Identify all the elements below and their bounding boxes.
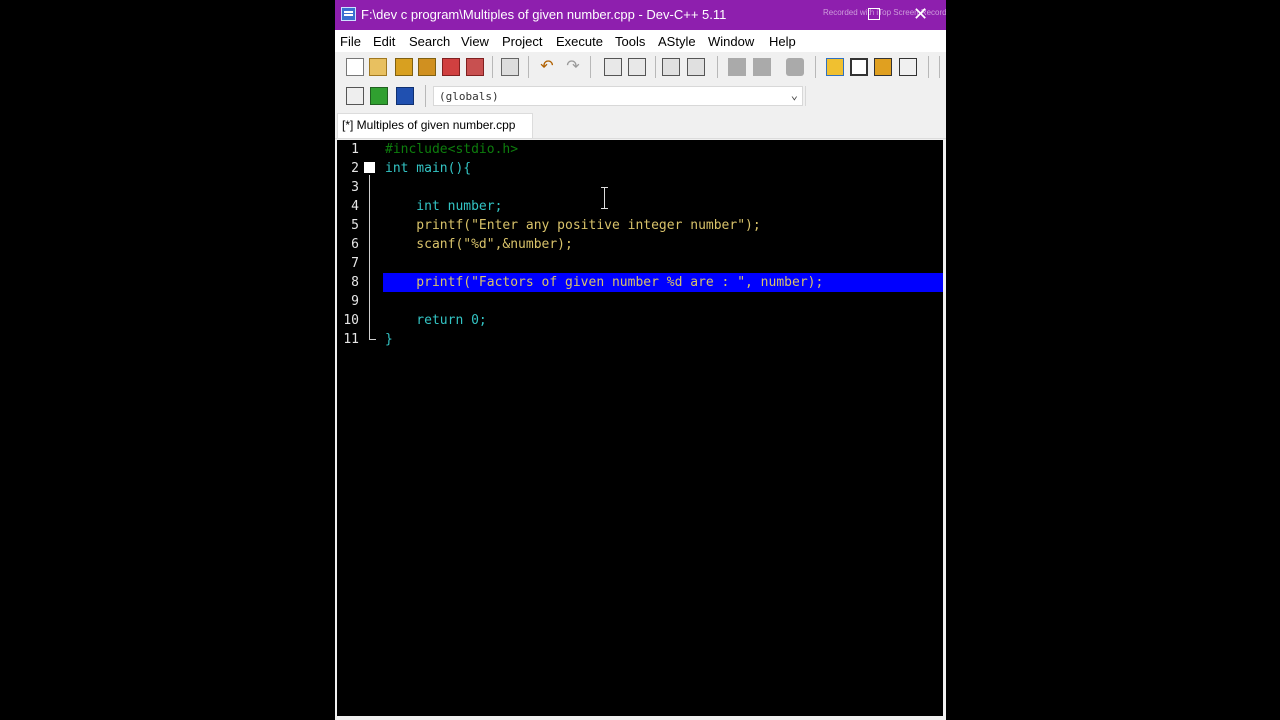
- line-number: 1: [351, 142, 359, 157]
- code-line-selected: 8 printf("Factors of given number %d are…: [337, 273, 943, 292]
- code-line: 6 scanf("%d",&number);: [337, 235, 943, 254]
- code-line: 11 }: [337, 330, 943, 349]
- text-cursor-icon: [600, 187, 610, 209]
- app-icon: [341, 7, 356, 21]
- editor-tab-strip: [*] Multiples of given number.cpp: [335, 110, 946, 139]
- dev-cpp-window: F:\dev c program\Multiples of given numb…: [335, 0, 946, 720]
- code-line: 5 printf("Enter any positive integer num…: [337, 216, 943, 235]
- line-number: 4: [351, 199, 359, 214]
- indent-icon[interactable]: [662, 58, 680, 76]
- line-number: 9: [351, 294, 359, 309]
- main-toolbar: ↶ ↷: [335, 52, 946, 83]
- toolbar-separator: [590, 56, 591, 78]
- line-text: int main(){: [385, 161, 472, 176]
- code-line: 7: [337, 254, 943, 273]
- member-combo[interactable]: [805, 86, 946, 106]
- bookmark-prev-icon[interactable]: [728, 58, 746, 76]
- compile-icon[interactable]: [346, 87, 364, 105]
- window-title: F:\dev c program\Multiples of given numb…: [361, 7, 727, 22]
- line-text: #include<stdio.h>: [385, 142, 519, 157]
- save-icon[interactable]: [395, 58, 413, 76]
- code-line: 1 #include<stdio.h>: [337, 140, 943, 159]
- menu-project[interactable]: Project: [502, 34, 542, 49]
- code-line: 4 int number;: [337, 197, 943, 216]
- compile-run-icon[interactable]: [396, 87, 414, 105]
- code-editor[interactable]: 1 #include<stdio.h> 2 int main(){ 3 4 in…: [337, 140, 943, 716]
- line-text: scanf("%d",&number);: [385, 237, 573, 252]
- line-number: 6: [351, 237, 359, 252]
- code-line: 3: [337, 178, 943, 197]
- toggle-bookmark-icon[interactable]: [786, 58, 804, 76]
- undo-icon[interactable]: ↶: [538, 58, 556, 76]
- code-line: 10 return 0;: [337, 311, 943, 330]
- line-number: 10: [343, 313, 359, 328]
- line-text: printf("Enter any positive integer numbe…: [385, 218, 761, 233]
- toolbar-separator: [815, 56, 816, 78]
- line-text: printf("Factors of given number %d are :…: [385, 275, 824, 290]
- scope-combo-value: (globals): [439, 90, 499, 103]
- menu-window[interactable]: Window: [708, 34, 754, 49]
- toolbar-separator: [717, 56, 718, 78]
- maximize-icon[interactable]: [868, 8, 880, 20]
- close-icon[interactable]: ✕: [913, 4, 928, 24]
- toolbar-separator: [939, 56, 940, 78]
- run-icon[interactable]: [370, 87, 388, 105]
- toolbar-separator: [928, 56, 929, 78]
- line-number: 3: [351, 180, 359, 195]
- close-all-icon[interactable]: [466, 58, 484, 76]
- menu-search[interactable]: Search: [409, 34, 450, 49]
- redo-icon[interactable]: ↷: [564, 58, 582, 76]
- layout-icon[interactable]: [874, 58, 892, 76]
- menu-edit[interactable]: Edit: [373, 34, 395, 49]
- bookmark-next-icon[interactable]: [753, 58, 771, 76]
- toolbar-separator: [492, 56, 493, 78]
- scope-combo[interactable]: (globals) ⌄: [433, 86, 803, 106]
- menu-astyle[interactable]: AStyle: [658, 34, 696, 49]
- tile-icon[interactable]: [826, 58, 844, 76]
- line-number: 7: [351, 256, 359, 271]
- toolbar-separator: [425, 85, 426, 107]
- line-number: 11: [343, 332, 359, 347]
- menu-tools[interactable]: Tools: [615, 34, 645, 49]
- tab-label: [*] Multiples of given number.cpp: [342, 118, 516, 132]
- close-file-icon[interactable]: [442, 58, 460, 76]
- full-screen-icon[interactable]: [850, 58, 868, 76]
- chevron-down-icon[interactable]: ⌄: [791, 88, 798, 102]
- grid-icon[interactable]: [899, 58, 917, 76]
- line-number: 8: [351, 275, 359, 290]
- line-text: return 0;: [385, 313, 487, 328]
- menu-help[interactable]: Help: [769, 34, 796, 49]
- menu-file[interactable]: File: [340, 34, 361, 49]
- new-file-icon[interactable]: [346, 58, 364, 76]
- menu-execute[interactable]: Execute: [556, 34, 603, 49]
- code-line: 2 int main(){: [337, 159, 943, 178]
- toolbar-separator: [528, 56, 529, 78]
- save-all-icon[interactable]: [418, 58, 436, 76]
- toolbar-separator: [655, 56, 656, 78]
- title-bar: F:\dev c program\Multiples of given numb…: [335, 0, 946, 30]
- class-toolbar: (globals) ⌄: [335, 82, 946, 110]
- line-number: 2: [351, 161, 359, 176]
- unindent-icon[interactable]: [687, 58, 705, 76]
- menu-bar: File Edit Search View Project Execute To…: [335, 30, 946, 52]
- line-number: 5: [351, 218, 359, 233]
- replace-icon[interactable]: [628, 58, 646, 76]
- find-icon[interactable]: [604, 58, 622, 76]
- code-line: 9: [337, 292, 943, 311]
- line-text: int number;: [385, 199, 503, 214]
- print-icon[interactable]: [501, 58, 519, 76]
- line-text: }: [385, 332, 393, 347]
- open-file-icon[interactable]: [369, 58, 387, 76]
- menu-view[interactable]: View: [461, 34, 489, 49]
- tab-multiples-of-given-number[interactable]: [*] Multiples of given number.cpp: [337, 113, 533, 138]
